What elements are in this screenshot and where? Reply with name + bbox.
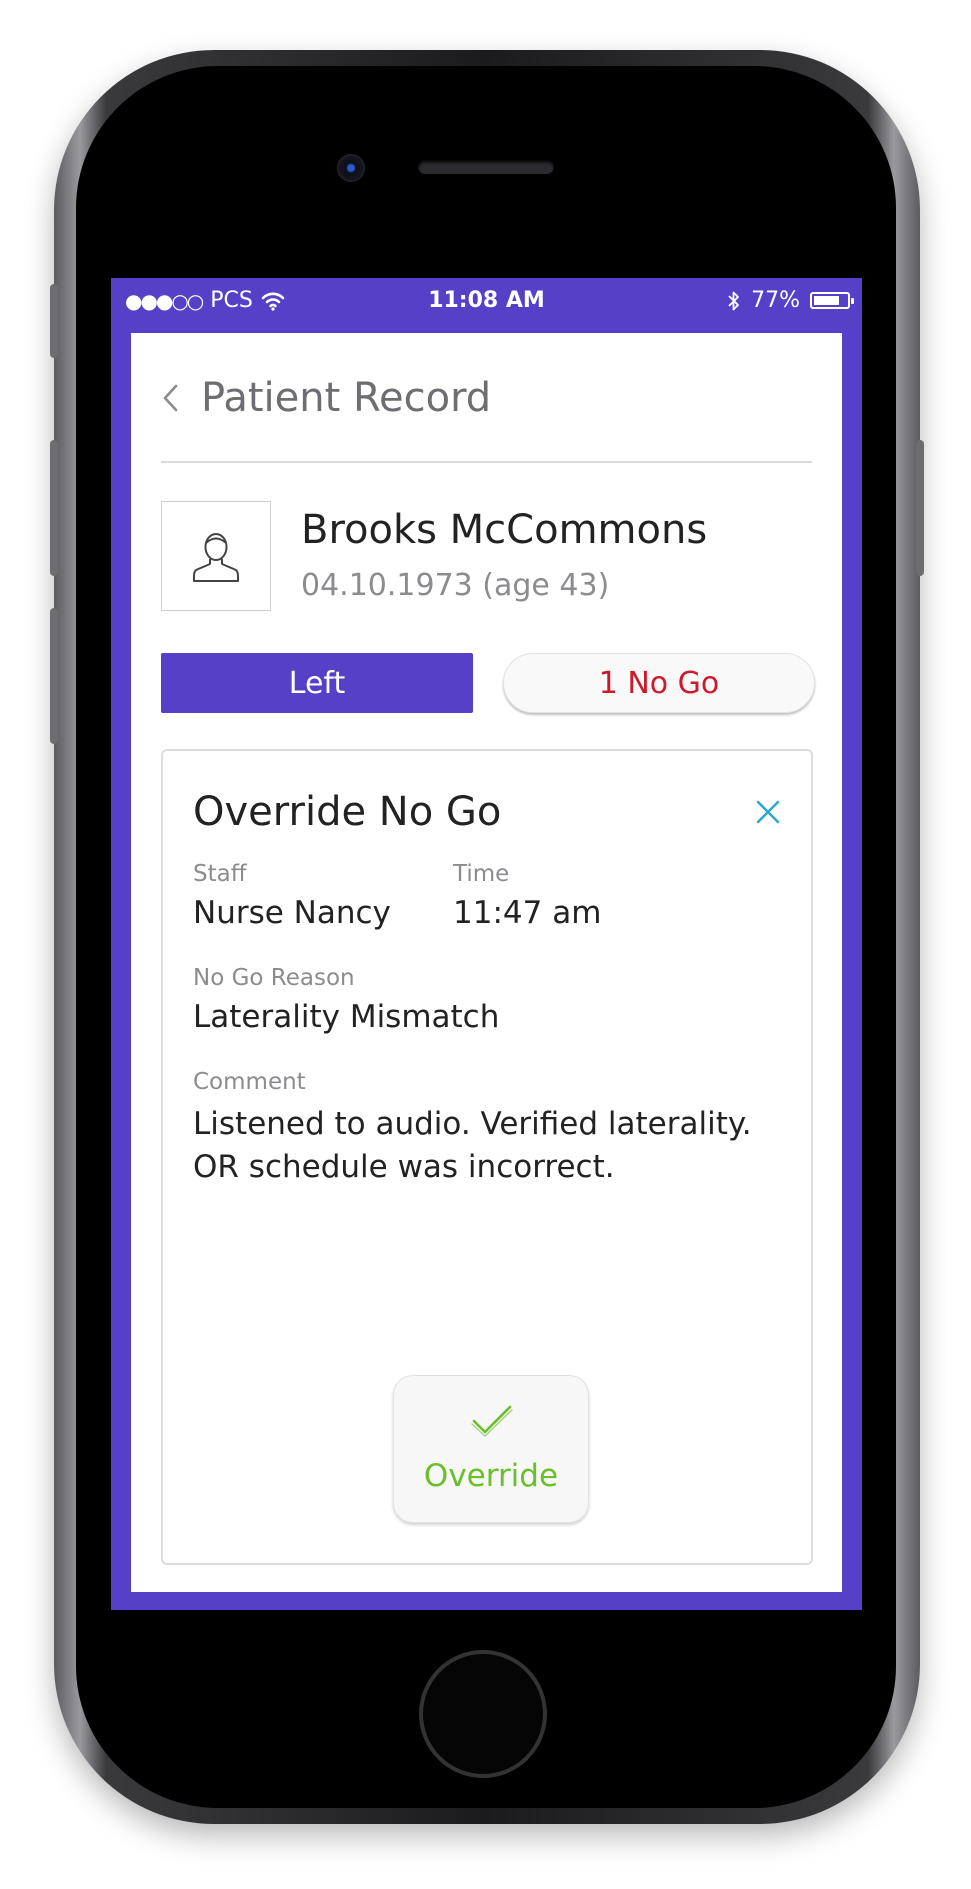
nav-bar: Patient Record <box>161 375 491 421</box>
phone-screen: ●●●○○ PCS 11:08 AM 77% Patient Record Br… <box>111 278 862 1610</box>
person-icon <box>193 533 239 582</box>
staff-label: Staff <box>193 861 247 887</box>
no-go-button[interactable]: 1 No Go <box>503 653 815 713</box>
left-button[interactable]: Left <box>161 653 473 713</box>
header-divider <box>161 461 812 463</box>
battery-percent: 77% <box>751 288 800 313</box>
page-title: Patient Record <box>201 375 492 421</box>
battery-icon <box>810 292 854 309</box>
panel-title: Override No Go <box>193 789 502 835</box>
checkmark-icon <box>471 1405 513 1437</box>
status-right: 77% <box>727 288 854 313</box>
power-button <box>916 440 924 576</box>
volume-down-button <box>50 608 58 744</box>
time-value: 11:47 am <box>453 895 602 931</box>
comment-value: Listened to audio. Verified laterality. … <box>193 1106 752 1185</box>
time-label: Time <box>453 861 510 887</box>
close-icon[interactable] <box>751 795 785 829</box>
status-bar: ●●●○○ PCS 11:08 AM 77% <box>111 278 862 330</box>
mute-switch <box>50 284 58 358</box>
override-panel: Override No Go Staff Nurse Nancy Time 11… <box>161 749 813 1565</box>
earpiece-speaker <box>418 160 554 174</box>
comment-label: Comment <box>193 1069 306 1095</box>
patient-name: Brooks McCommons <box>301 507 708 553</box>
avatar <box>161 501 271 611</box>
reason-label: No Go Reason <box>193 965 355 991</box>
override-label: Override <box>423 1458 559 1494</box>
home-button[interactable] <box>419 1650 547 1778</box>
reason-value: Laterality Mismatch <box>193 999 500 1035</box>
chevron-left-icon[interactable] <box>161 383 179 413</box>
override-button[interactable]: Override <box>393 1375 589 1523</box>
app-content: Patient Record Brooks McCommons 04.10.19… <box>131 333 842 1592</box>
staff-value: Nurse Nancy <box>193 895 391 931</box>
volume-up-button <box>50 440 58 576</box>
bluetooth-icon <box>728 291 739 310</box>
battery-level <box>814 296 839 305</box>
front-camera <box>337 154 365 182</box>
patient-dob: 04.10.1973 (age 43) <box>301 568 610 603</box>
